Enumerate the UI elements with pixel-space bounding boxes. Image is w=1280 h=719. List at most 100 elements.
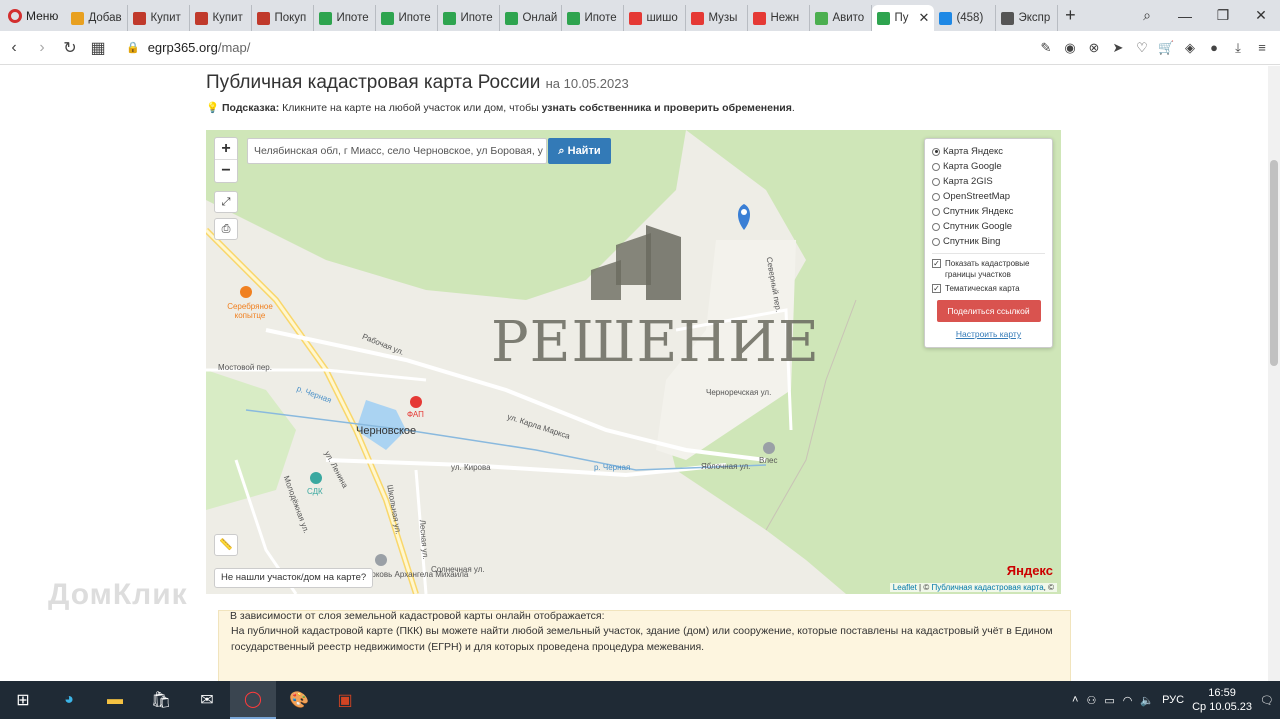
- tray-arrow-icon[interactable]: ˄: [1072, 694, 1078, 706]
- tab-label: Ипоте: [460, 12, 493, 24]
- browser-tab[interactable]: шишо: [624, 5, 687, 31]
- download-icon[interactable]: ⤓: [1230, 40, 1246, 56]
- page-title: Публичная кадастровая карта России на 10…: [206, 72, 629, 93]
- map-label-street: Черноречская ул.: [706, 388, 772, 397]
- speed-dial-icon[interactable]: ▦: [84, 38, 112, 58]
- mail-icon[interactable]: ✉: [184, 681, 230, 719]
- tab-favicon-icon: [567, 11, 581, 25]
- scrollbar-thumb[interactable]: [1270, 160, 1278, 366]
- cart-icon[interactable]: 🛒: [1158, 40, 1174, 56]
- windows-start-icon[interactable]: ⊞: [0, 681, 46, 719]
- browser-tab[interactable]: Нежн: [748, 5, 811, 31]
- send-icon[interactable]: ➤: [1110, 40, 1126, 56]
- checkbox-cadastral-borders[interactable]: ✓ Показать кадастровые границы участков: [932, 258, 1045, 280]
- settings-menu-icon[interactable]: ≡: [1254, 40, 1270, 56]
- browser-tab[interactable]: Добав: [66, 5, 129, 31]
- checkbox-thematic-map[interactable]: ✓ Тематическая карта: [932, 283, 1045, 294]
- cadastral-map[interactable]: РЕШЕНИЕ Черновское Серебряное копытце ФА…: [206, 130, 1061, 594]
- tab-favicon-icon: [443, 11, 457, 25]
- browser-tab[interactable]: Ипоте: [376, 5, 439, 31]
- layer-radio-option[interactable]: Карта 2GIS: [932, 174, 1045, 189]
- browser-tab[interactable]: Купит: [190, 5, 253, 31]
- edit-icon[interactable]: ✎: [1038, 40, 1054, 56]
- map-label-town: Черновское: [356, 425, 417, 437]
- browser-tab[interactable]: Ипоте: [314, 5, 377, 31]
- layer-radio-option[interactable]: Спутник Яндекс: [932, 204, 1045, 219]
- heart-icon[interactable]: ♡: [1134, 40, 1150, 56]
- layer-radio-option[interactable]: Карта Google: [932, 159, 1045, 174]
- layer-radio-option[interactable]: Спутник Google: [932, 219, 1045, 234]
- pkk-link[interactable]: Публичная кадастровая карта: [931, 583, 1043, 592]
- layer-control-panel: Карта Яндекс Карта Google Карта 2GIS OpenSt…: [924, 138, 1053, 348]
- powerpoint-icon[interactable]: ▣: [322, 681, 368, 719]
- file-explorer-icon[interactable]: ▬: [92, 681, 138, 719]
- share-link-button[interactable]: Поделиться ссылкой: [936, 300, 1041, 322]
- block-icon[interactable]: ⊗: [1086, 40, 1102, 56]
- wifi-icon[interactable]: ◠: [1123, 694, 1133, 707]
- browser-tab[interactable]: Покуп: [252, 5, 315, 31]
- volume-icon[interactable]: 🔈: [1140, 694, 1154, 707]
- notifications-icon[interactable]: 🗨: [1260, 694, 1274, 707]
- radio-icon: [932, 237, 940, 246]
- browser-tab[interactable]: (458): [934, 5, 997, 31]
- browser-tab[interactable]: Музы: [686, 5, 749, 31]
- tab-favicon-icon: [133, 11, 147, 25]
- layer-radio-option[interactable]: OpenStreetMap: [932, 189, 1045, 204]
- page-scrollbar[interactable]: [1268, 66, 1280, 681]
- search-button[interactable]: ⌕ Найти: [548, 138, 611, 164]
- minimize-window-icon[interactable]: —: [1166, 8, 1204, 24]
- page-content: Публичная кадастровая карта России на 10…: [0, 66, 1268, 681]
- browser-tab[interactable]: Пу ✕: [872, 5, 935, 31]
- hint-line: 💡 Подсказка: Кликните на карте на любой …: [206, 102, 795, 114]
- address-search-input[interactable]: Челябинская обл, г Миасс, село Черновско…: [247, 138, 547, 164]
- browser-tab[interactable]: Онлай: [500, 5, 563, 31]
- configure-map-link[interactable]: Настроить карту: [932, 329, 1045, 339]
- edge-icon[interactable]: ◕: [46, 681, 92, 719]
- fullscreen-icon[interactable]: ⤢: [214, 191, 238, 213]
- leaflet-link[interactable]: Leaflet: [893, 583, 917, 592]
- clock[interactable]: 16:59 Ср 10.05.23: [1192, 686, 1252, 714]
- zoom-in-button[interactable]: +: [215, 138, 237, 160]
- browser-tab[interactable]: Ипоте: [438, 5, 501, 31]
- yandex-logo: Яндекс: [1006, 563, 1053, 578]
- browser-tab[interactable]: Купит: [128, 5, 191, 31]
- battery-icon[interactable]: ▭: [1104, 694, 1114, 707]
- tray-people-icon[interactable]: ⚇: [1086, 694, 1096, 707]
- map-label-street: Солнечная ул.: [431, 565, 485, 574]
- zoom-out-button[interactable]: −: [215, 160, 237, 182]
- profile-icon[interactable]: ●: [1206, 40, 1222, 56]
- opera-logo-icon: [8, 8, 22, 23]
- close-window-icon[interactable]: ✕: [1242, 7, 1280, 24]
- cube-icon[interactable]: ◈: [1182, 40, 1198, 56]
- not-found-button[interactable]: Не нашли участок/дом на карте?: [214, 568, 374, 588]
- tab-label: Покуп: [274, 12, 307, 24]
- camera-icon[interactable]: ◉: [1062, 40, 1078, 56]
- store-icon[interactable]: 🛍: [138, 681, 184, 719]
- reload-icon[interactable]: ↻: [56, 38, 84, 58]
- restore-window-icon[interactable]: ❐: [1204, 7, 1242, 24]
- tab-label: Купит: [150, 12, 181, 24]
- radio-icon: [932, 192, 940, 201]
- radio-icon: [932, 147, 940, 156]
- tab-favicon-icon: [319, 11, 333, 25]
- close-tab-icon[interactable]: ✕: [919, 10, 930, 26]
- opera-taskbar-icon[interactable]: ◯: [230, 681, 276, 719]
- paint-icon[interactable]: 🎨: [276, 681, 322, 719]
- url-field[interactable]: egrp365.org/map/: [148, 40, 251, 55]
- lock-icon[interactable]: 🔒: [126, 41, 140, 54]
- browser-tab[interactable]: Авито: [810, 5, 873, 31]
- language-indicator[interactable]: РУС: [1162, 694, 1184, 706]
- ruler-icon[interactable]: 📏: [214, 534, 238, 556]
- forward-button-icon[interactable]: ›: [28, 39, 56, 57]
- back-button-icon[interactable]: ‹: [0, 39, 28, 57]
- layer-radio-option[interactable]: Спутник Bing: [932, 234, 1045, 249]
- browser-tab[interactable]: Экспр: [996, 5, 1059, 31]
- watermark-text: РЕШЕНИЕ: [491, 310, 820, 375]
- search-tabs-icon[interactable]: ⌕: [1128, 7, 1166, 24]
- new-tab-button[interactable]: +: [1058, 5, 1082, 26]
- layer-radio-option[interactable]: Карта Яндекс: [932, 144, 1045, 159]
- radio-icon: [932, 222, 940, 231]
- print-icon[interactable]: ⎙: [214, 218, 238, 240]
- browser-tab[interactable]: Ипоте: [562, 5, 625, 31]
- browser-menu-button[interactable]: Меню: [0, 0, 66, 31]
